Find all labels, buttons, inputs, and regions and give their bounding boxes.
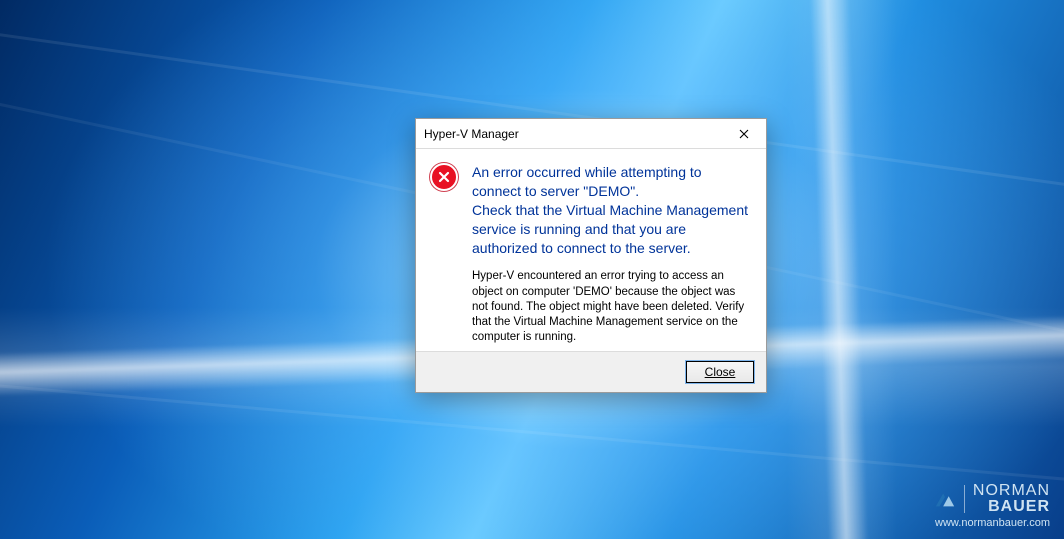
dialog-button-row: Close — [416, 351, 766, 392]
brand-name: NORMAN BAUER — [973, 483, 1050, 515]
dialog-title: Hyper-V Manager — [424, 127, 519, 141]
dialog-detail-message: Hyper-V encountered an error trying to a… — [472, 269, 752, 345]
close-button-label: Close — [705, 365, 736, 379]
brand-url: www.normanbauer.com — [934, 517, 1050, 529]
error-icon — [430, 163, 458, 345]
dialog-main-message: An error occurred while attempting to co… — [472, 163, 752, 257]
dialog-content: An error occurred while attempting to co… — [416, 149, 766, 351]
close-icon[interactable] — [721, 119, 766, 148]
error-dialog: Hyper-V Manager An error occurred while … — [415, 118, 767, 393]
divider — [964, 485, 965, 513]
close-button[interactable]: Close — [686, 361, 754, 383]
watermark: NORMAN BAUER www.normanbauer.com — [934, 483, 1050, 529]
dialog-titlebar[interactable]: Hyper-V Manager — [416, 119, 766, 149]
brand-logo-icon — [934, 488, 956, 510]
